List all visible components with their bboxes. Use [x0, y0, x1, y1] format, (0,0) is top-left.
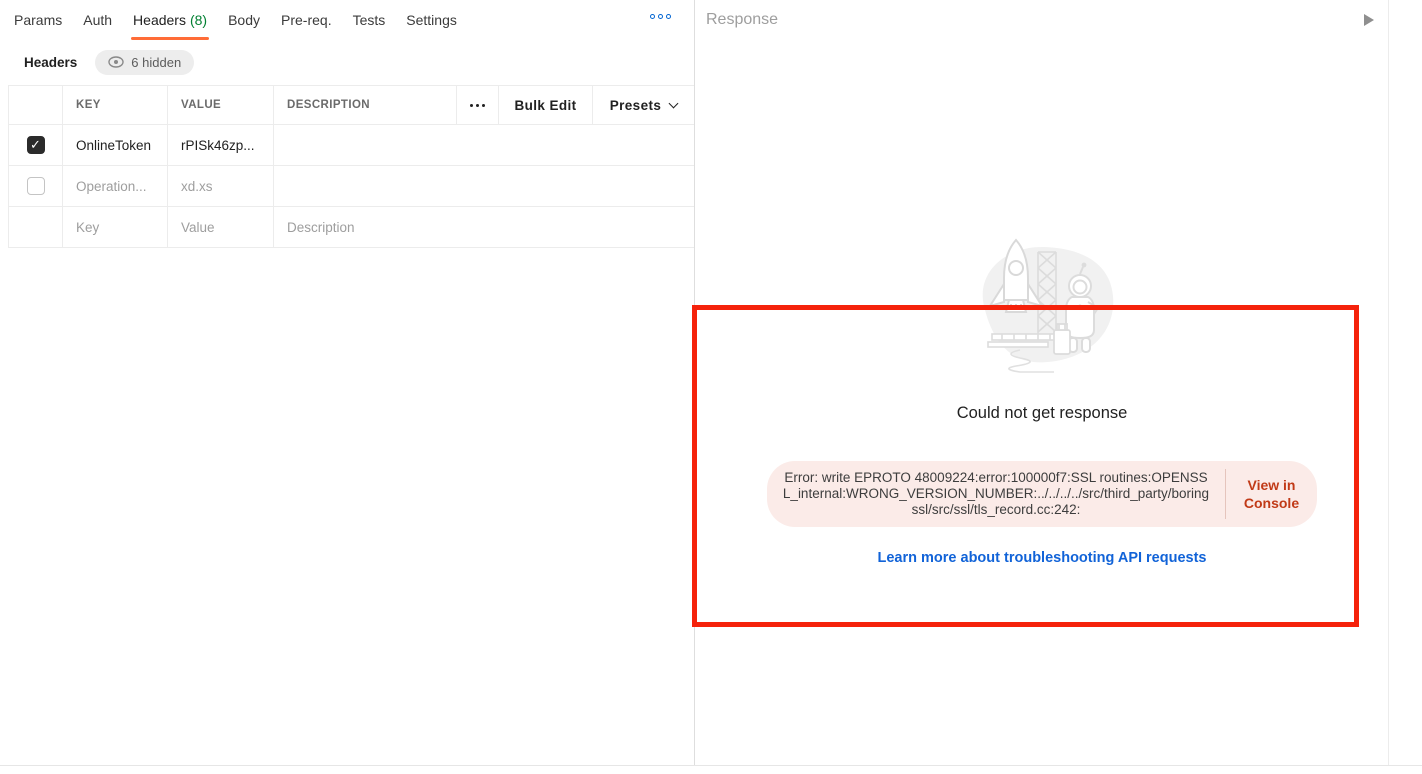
row-checkbox-cell: ✓	[9, 125, 63, 165]
table-row: Operation... xd.xs	[9, 166, 694, 207]
value-input[interactable]: xd.xs	[168, 166, 274, 206]
headers-table: KEY VALUE DESCRIPTION Bulk Edit Presets	[8, 85, 694, 248]
tab-pre-request[interactable]: Pre-req.	[281, 0, 332, 40]
row-checkbox-cell	[9, 207, 63, 247]
row-checkbox-checked[interactable]: ✓	[27, 136, 45, 154]
bottom-divider	[0, 765, 1422, 766]
value-input-placeholder[interactable]: Value	[168, 207, 274, 247]
checkmark-icon: ✓	[30, 137, 41, 152]
troubleshooting-link[interactable]: Learn more about troubleshooting API req…	[696, 550, 1388, 566]
app-root: Params Auth Headers (8) Body Pre-req. Te…	[0, 0, 1422, 774]
tab-headers[interactable]: Headers (8)	[133, 0, 207, 40]
error-message-text: Error: write EPROTO 48009224:error:10000…	[767, 461, 1225, 527]
request-tabs: Params Auth Headers (8) Body Pre-req. Te…	[0, 0, 694, 40]
bulk-edit-button[interactable]: Bulk Edit	[514, 98, 576, 113]
scroll-gutter-divider	[1388, 0, 1389, 765]
row-checkbox-unchecked[interactable]	[27, 177, 45, 195]
description-input[interactable]	[274, 166, 694, 206]
row-checkbox-cell	[9, 166, 63, 206]
response-pane: Response	[696, 0, 1422, 765]
presets-cell: Presets	[593, 86, 694, 124]
table-more-cell	[457, 86, 499, 124]
table-more-icon[interactable]	[470, 104, 485, 107]
hidden-headers-badge[interactable]: 6 hidden	[95, 50, 194, 75]
headers-section-head: Headers 6 hidden	[24, 49, 694, 75]
tab-body[interactable]: Body	[228, 0, 260, 40]
tab-headers-label: Headers	[133, 12, 186, 28]
eye-icon	[108, 56, 124, 68]
table-header-row: KEY VALUE DESCRIPTION Bulk Edit Presets	[9, 85, 694, 125]
presets-button[interactable]: Presets	[610, 98, 662, 113]
headers-section-title: Headers	[24, 55, 77, 70]
column-key: KEY	[63, 86, 168, 124]
hidden-headers-label: 6 hidden	[131, 55, 181, 70]
view-in-console-button[interactable]: View in Console	[1226, 461, 1317, 527]
error-title: Could not get response	[696, 404, 1388, 423]
column-description: DESCRIPTION	[274, 86, 457, 124]
more-horizontal-icon[interactable]	[650, 14, 671, 19]
tab-settings[interactable]: Settings	[406, 0, 457, 40]
collapse-arrow-icon[interactable]	[1364, 14, 1374, 26]
chevron-down-icon	[669, 98, 679, 108]
value-input[interactable]: rPISk46zp...	[168, 125, 274, 165]
key-input[interactable]: Operation...	[63, 166, 168, 206]
select-all-cell	[9, 86, 63, 124]
key-input[interactable]: OnlineToken	[63, 125, 168, 165]
request-pane: Params Auth Headers (8) Body Pre-req. Te…	[0, 0, 695, 765]
description-input[interactable]	[274, 125, 694, 165]
key-input-placeholder[interactable]: Key	[63, 207, 168, 247]
response-pane-title: Response	[706, 11, 778, 29]
description-input-placeholder[interactable]: Description	[274, 207, 694, 247]
tab-auth[interactable]: Auth	[83, 0, 112, 40]
column-value: VALUE	[168, 86, 274, 124]
bulk-edit-cell: Bulk Edit	[499, 86, 593, 124]
tab-tests[interactable]: Tests	[353, 0, 386, 40]
error-message-box: Error: write EPROTO 48009224:error:10000…	[767, 461, 1317, 527]
tab-params[interactable]: Params	[14, 0, 62, 40]
tab-headers-count: (8)	[190, 12, 207, 28]
table-placeholder-row: Key Value Description	[9, 207, 694, 248]
rocket-illustration	[962, 234, 1122, 374]
table-row: ✓ OnlineToken rPISk46zp...	[9, 125, 694, 166]
